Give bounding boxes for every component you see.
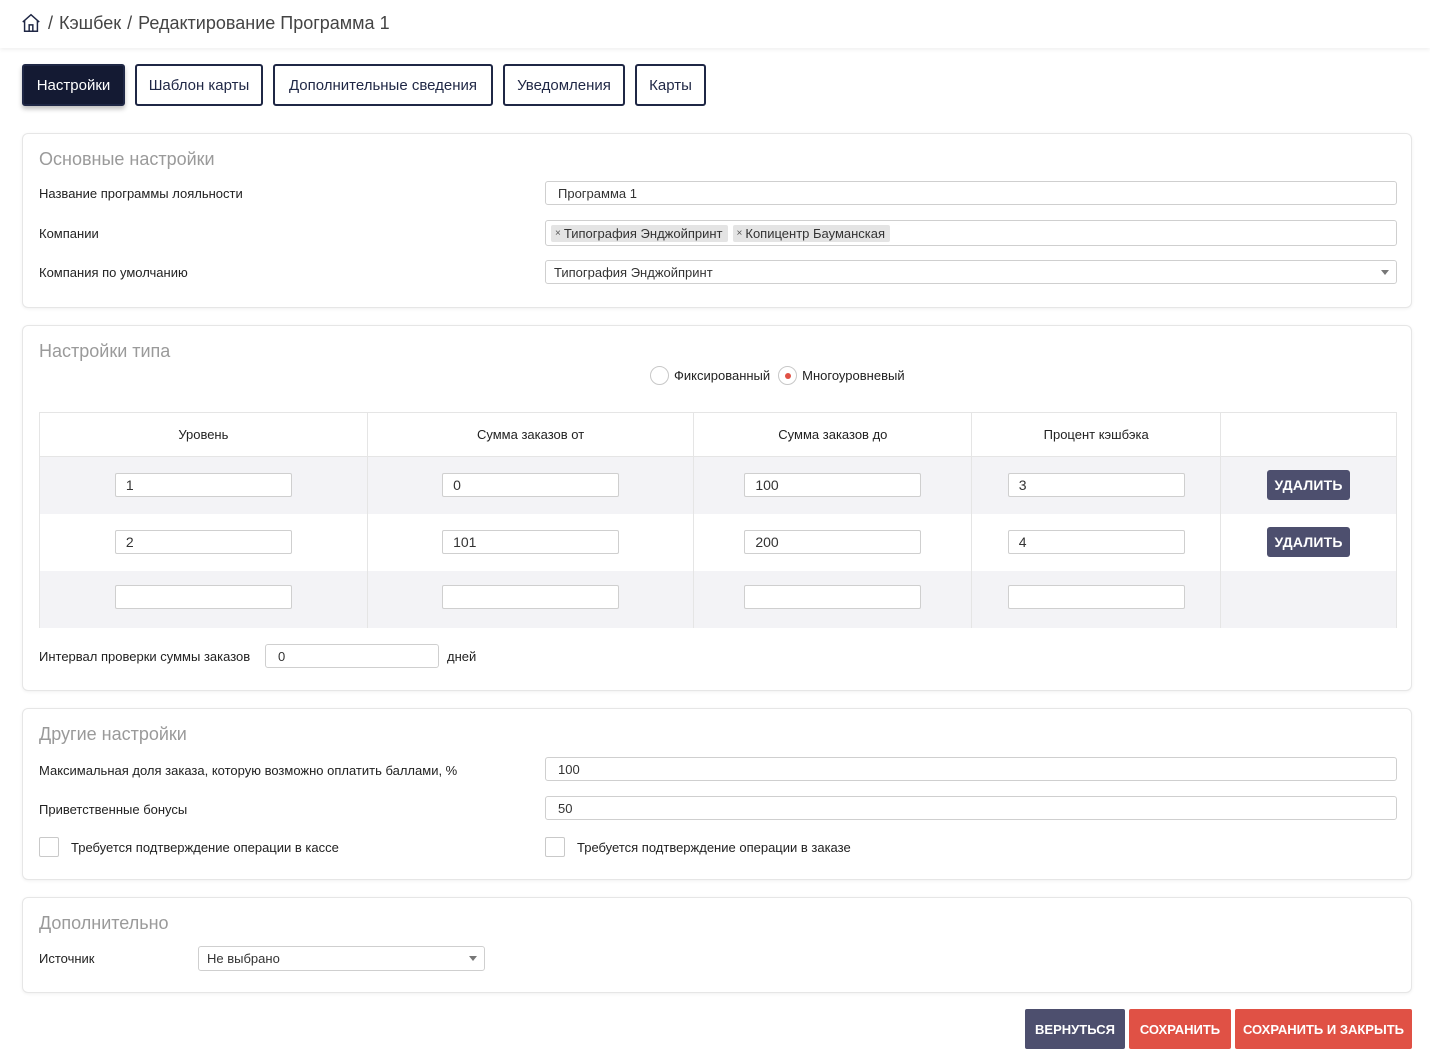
tab-additional-info[interactable]: Дополнительные сведения bbox=[273, 64, 493, 106]
panel-title: Основные настройки bbox=[39, 149, 215, 169]
breadcrumb-cashback[interactable]: Кэшбек bbox=[59, 13, 121, 34]
source-label: Источник bbox=[39, 951, 95, 966]
levels-table: Уровень Сумма заказов от Сумма заказов д… bbox=[39, 412, 1397, 628]
table-row: 2 101 200 4 УДАЛИТЬ bbox=[39, 513, 1397, 571]
sum-to-input[interactable] bbox=[744, 584, 922, 609]
other-settings-panel: Другие настройки Максимальная доля заказ… bbox=[22, 708, 1412, 880]
home-icon[interactable] bbox=[20, 12, 42, 34]
column-header: Сумма заказов от bbox=[366, 412, 695, 457]
confirm-cashbox-label: Требуется подтверждение операции в кассе bbox=[71, 840, 339, 855]
sum-to-input[interactable]: 200 bbox=[744, 530, 922, 554]
breadcrumb: / Кэшбек / Редактирование Программа 1 bbox=[20, 12, 396, 34]
max-share-label: Максимальная доля заказа, которую возмож… bbox=[39, 763, 458, 778]
interval-unit: дней bbox=[447, 649, 477, 664]
confirm-order-label: Требуется подтверждение операции в заказ… bbox=[577, 840, 851, 855]
top-bar: / Кэшбек / Редактирование Программа 1 bbox=[0, 0, 1430, 48]
company-tag: × Копицентр Бауманская bbox=[732, 224, 891, 242]
tab-card-template[interactable]: Шаблон карты bbox=[135, 64, 263, 106]
close-icon[interactable]: × bbox=[555, 228, 561, 239]
back-button[interactable]: ВЕРНУТЬСЯ bbox=[1025, 1009, 1125, 1049]
type-radio-group: Фиксированный Многоуровневый bbox=[650, 366, 905, 385]
company-tag-label: Копицентр Бауманская bbox=[745, 225, 886, 241]
panel-title: Другие настройки bbox=[39, 724, 187, 744]
breadcrumb-separator: / bbox=[48, 12, 54, 33]
companies-label: Компании bbox=[39, 226, 99, 241]
interval-label: Интервал проверки суммы заказов bbox=[39, 649, 251, 664]
type-settings-panel: Настройки типа Фиксированный Многоуровне… bbox=[22, 325, 1412, 691]
column-header bbox=[1220, 412, 1397, 457]
chevron-down-icon bbox=[469, 956, 477, 961]
level-input[interactable]: 1 bbox=[114, 473, 292, 498]
close-icon[interactable]: × bbox=[737, 228, 743, 239]
confirm-cashbox-checkbox[interactable] bbox=[39, 837, 59, 857]
panel-title: Дополнительно bbox=[39, 913, 169, 933]
welcome-bonus-input[interactable]: 50 bbox=[545, 796, 1397, 820]
chevron-down-icon bbox=[1381, 270, 1389, 275]
radio-fixed-label: Фиксированный bbox=[674, 368, 771, 383]
source-value: Не выбрано bbox=[207, 951, 280, 966]
main-settings-panel: Основные настройки Название программы ло… bbox=[22, 133, 1412, 308]
radio-multilevel[interactable] bbox=[778, 366, 798, 385]
default-company-value: Типография Энджойпринт bbox=[554, 264, 713, 280]
table-row: 1 0 100 3 УДАЛИТЬ bbox=[39, 456, 1397, 514]
welcome-bonus-label: Приветственные бонусы bbox=[39, 802, 188, 817]
level-input[interactable]: 2 bbox=[114, 530, 292, 554]
cashback-percent-input[interactable] bbox=[1007, 584, 1185, 609]
cashback-percent-input[interactable]: 3 bbox=[1007, 473, 1185, 498]
company-tag-label: Типография Энджойпринт bbox=[563, 225, 723, 241]
cashback-percent-input[interactable]: 4 bbox=[1007, 530, 1185, 554]
save-and-close-button[interactable]: СОХРАНИТЬ И ЗАКРЫТЬ bbox=[1235, 1009, 1412, 1049]
table-header-row: Уровень Сумма заказов от Сумма заказов д… bbox=[39, 412, 1397, 457]
panel-title: Настройки типа bbox=[39, 341, 171, 361]
confirm-order-checkbox[interactable] bbox=[545, 837, 565, 857]
default-company-label: Компания по умолчанию bbox=[39, 265, 188, 280]
radio-fixed[interactable] bbox=[650, 366, 669, 385]
tab-bar: Настройки Шаблон карты Дополнительные св… bbox=[22, 64, 716, 106]
sum-from-input[interactable] bbox=[442, 584, 620, 609]
column-header: Сумма заказов до bbox=[693, 412, 973, 457]
default-company-select[interactable]: Типография Энджойпринт bbox=[545, 260, 1397, 284]
save-button[interactable]: СОХРАНИТЬ bbox=[1129, 1009, 1231, 1049]
sum-to-input[interactable]: 100 bbox=[744, 473, 922, 498]
radio-multilevel-label: Многоуровневый bbox=[802, 368, 905, 383]
tab-cards[interactable]: Карты bbox=[635, 64, 706, 106]
tab-settings[interactable]: Настройки bbox=[22, 64, 125, 106]
delete-level-button[interactable]: УДАЛИТЬ bbox=[1267, 527, 1351, 557]
delete-level-button[interactable]: УДАЛИТЬ bbox=[1267, 470, 1351, 501]
company-tag: × Типография Энджойпринт bbox=[551, 224, 728, 242]
additional-panel: Дополнительно Источник Не выбрано bbox=[22, 897, 1412, 993]
sum-from-input[interactable]: 101 bbox=[442, 530, 620, 554]
sum-from-input[interactable]: 0 bbox=[442, 473, 620, 498]
breadcrumb-current-page: Редактирование Программа 1 bbox=[138, 12, 390, 33]
breadcrumb-separator: / bbox=[127, 12, 133, 33]
source-select[interactable]: Не выбрано bbox=[198, 946, 485, 971]
program-name-label: Название программы лояльности bbox=[39, 186, 243, 201]
tab-notifications[interactable]: Уведомления bbox=[503, 64, 625, 106]
interval-input[interactable]: 0 bbox=[265, 644, 439, 668]
companies-multiselect[interactable]: × Типография Энджойпринт × Копицентр Бау… bbox=[545, 220, 1397, 246]
program-name-input[interactable]: Программа 1 bbox=[545, 181, 1397, 205]
max-share-input[interactable]: 100 bbox=[545, 757, 1397, 781]
column-header: Уровень bbox=[39, 412, 368, 457]
table-row-new bbox=[39, 570, 1397, 628]
level-input[interactable] bbox=[114, 584, 292, 609]
column-header: Процент кэшбэка bbox=[971, 412, 1222, 457]
